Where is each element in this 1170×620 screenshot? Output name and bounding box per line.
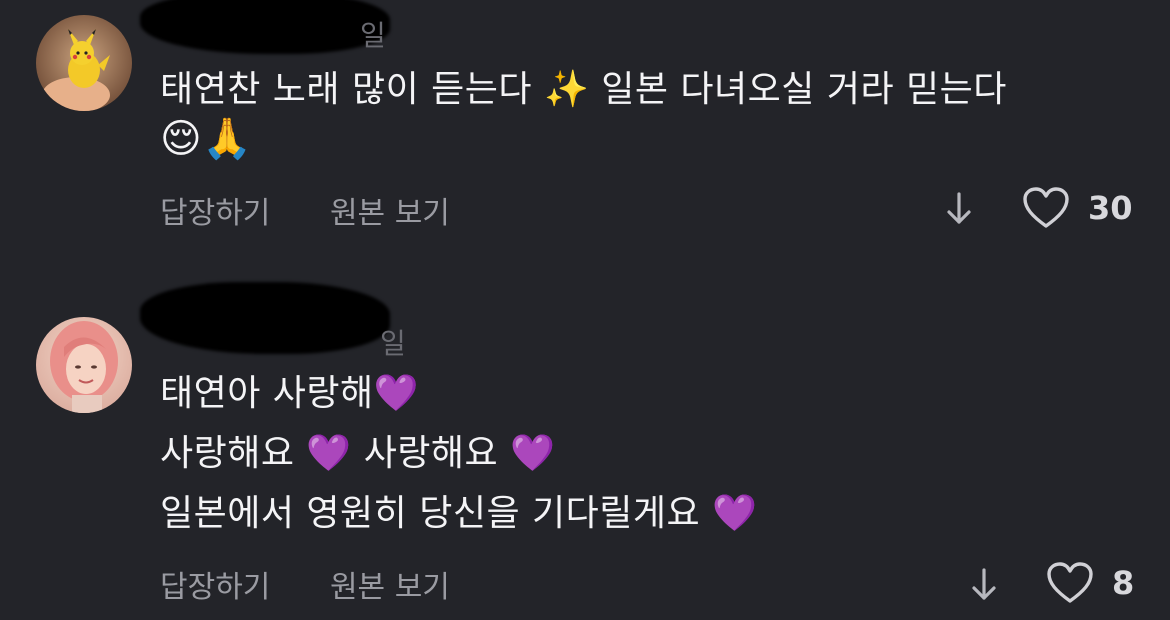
username-redacted — [140, 282, 390, 354]
comment-text-line: 태연찬 노래 많이 듣는다 ✨ 일본 다녀오실 거라 믿는다 — [160, 69, 1007, 110]
comment-actions: 답장하기 원본 보기 — [160, 188, 450, 232]
comment-text-line: 태연아 사랑해💜 — [160, 373, 419, 414]
avatar[interactable] — [36, 317, 132, 413]
heart-icon — [1023, 187, 1069, 228]
reply-button[interactable]: 답장하기 — [160, 570, 270, 605]
like-count: 30 — [1088, 189, 1133, 227]
like-button[interactable]: 8 — [1046, 561, 1134, 605]
pikachu-figure-icon — [36, 15, 132, 111]
comment-text-line: 😌🙏 — [160, 116, 253, 161]
like-button[interactable]: 30 — [1022, 186, 1133, 230]
username-tail: 일 — [360, 19, 386, 52]
comment-text-line: 일본에서 영원히 당신을 기다릴게요 💜 — [160, 493, 758, 534]
avatar[interactable] — [36, 15, 132, 111]
heart-icon — [1047, 562, 1093, 603]
pink-hair-person-icon — [36, 317, 132, 413]
username-tail: 일 — [380, 327, 406, 360]
arrow-down-icon[interactable] — [943, 188, 975, 228]
view-original-button[interactable]: 원본 보기 — [330, 196, 450, 231]
emoji-relieved-praying: 😌🙏 — [160, 116, 253, 162]
view-original-button[interactable]: 원본 보기 — [330, 570, 450, 605]
like-count: 8 — [1112, 564, 1135, 602]
comment-actions: 답장하기 원본 보기 — [160, 562, 450, 606]
comment-text-line: 사랑해요 💜 사랑해요 💜 — [160, 433, 556, 474]
arrow-down-icon[interactable] — [968, 564, 1000, 604]
username-redacted — [140, 0, 390, 54]
reply-button[interactable]: 답장하기 — [160, 196, 270, 231]
